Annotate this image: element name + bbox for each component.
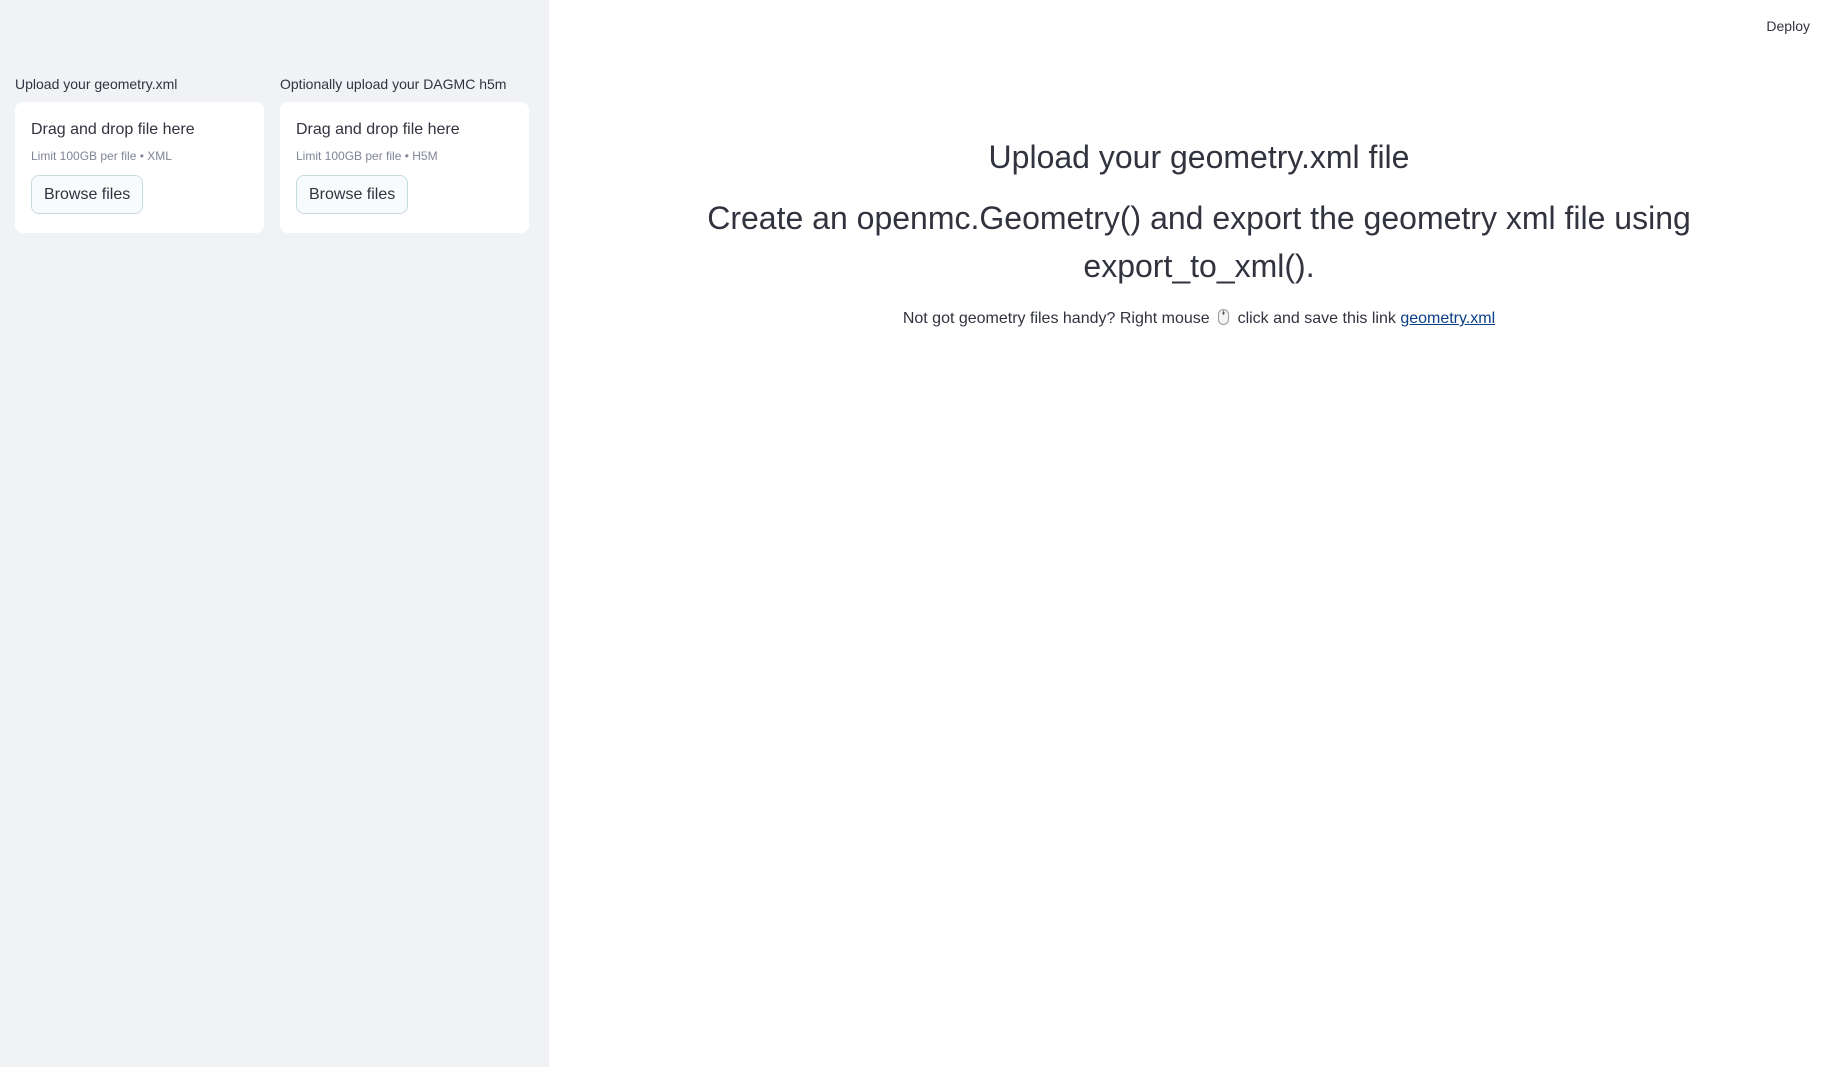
deploy-button[interactable]: Deploy <box>1766 18 1810 34</box>
dropzone-instruction: Drag and drop file here <box>31 121 195 138</box>
main-content: Upload your geometry.xml file Create an … <box>699 136 1699 330</box>
page-title: Upload your geometry.xml file <box>988 139 1410 175</box>
page-subtitle: Create an openmc.Geometry() and export t… <box>707 200 1691 284</box>
app-root: Upload your geometry.xml Drag and drop f… <box>0 0 1824 1067</box>
uploader-row: Upload your geometry.xml Drag and drop f… <box>15 76 529 233</box>
geometry-dropzone[interactable]: Drag and drop file here Limit 100GB per … <box>15 102 264 233</box>
sidebar: Upload your geometry.xml Drag and drop f… <box>0 0 549 1067</box>
helper-middle: click and save this link <box>1237 310 1396 327</box>
browse-files-button[interactable]: Browse files <box>31 175 144 214</box>
helper-prefix: Not got geometry files handy? Right mous… <box>902 310 1210 327</box>
main-area: Deploy Upload your geometry.xml file Cre… <box>549 0 1824 1067</box>
helper-text: Not got geometry files handy? Right mous… <box>699 308 1699 330</box>
geometry-xml-link[interactable]: geometry.xml <box>1400 310 1495 327</box>
dropzone-limit: Limit 100GB per file • H5M <box>296 149 438 163</box>
uploader-label: Upload your geometry.xml <box>15 76 178 92</box>
dropzone-limit: Limit 100GB per file • XML <box>31 149 172 163</box>
dropzone-instruction: Drag and drop file here <box>296 121 460 138</box>
computer-mouse-icon <box>1218 309 1230 325</box>
dagmc-dropzone[interactable]: Drag and drop file here Limit 100GB per … <box>280 102 529 233</box>
geometry-uploader: Upload your geometry.xml Drag and drop f… <box>15 76 264 233</box>
browse-files-button[interactable]: Browse files <box>296 175 409 214</box>
uploader-label: Optionally upload your DAGMC h5m <box>280 76 507 92</box>
dagmc-uploader: Optionally upload your DAGMC h5m Drag an… <box>280 76 529 233</box>
